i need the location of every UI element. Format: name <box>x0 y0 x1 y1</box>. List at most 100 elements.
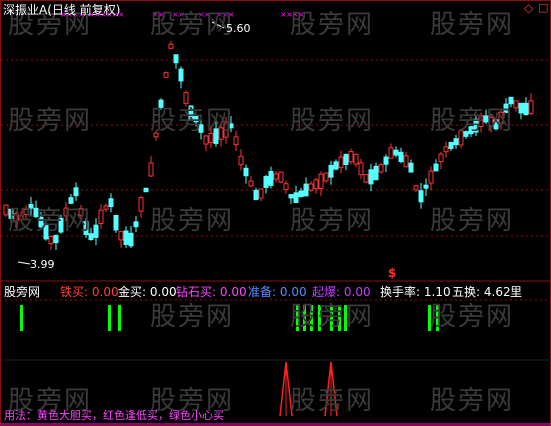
candle-body <box>513 100 519 109</box>
candle-body <box>323 172 329 182</box>
watermark: 股旁网 <box>430 386 515 416</box>
watermark: 股旁网 <box>430 206 515 236</box>
candle-body <box>273 173 279 180</box>
watermark: 股旁网 <box>150 106 235 136</box>
candle-body <box>133 221 139 228</box>
candle-body <box>328 164 334 178</box>
dollar-marker: $ <box>388 266 397 280</box>
candle-body <box>108 198 114 207</box>
indicator-name: 股旁网 <box>4 285 41 299</box>
candle-body <box>393 149 399 156</box>
candle-body <box>278 171 284 183</box>
candle-body <box>398 151 404 163</box>
watermark: 股旁网 <box>430 10 515 40</box>
candle-body <box>528 100 534 114</box>
candle-body <box>368 169 374 185</box>
candle-body <box>138 197 144 212</box>
candle-body <box>363 174 369 183</box>
candle-body <box>48 236 54 245</box>
candle-body <box>383 156 389 165</box>
candle-body <box>453 138 459 146</box>
candle-body <box>428 170 434 184</box>
candle-body <box>318 173 324 190</box>
watermark: 股旁网 <box>8 106 93 136</box>
candle-body <box>418 190 424 203</box>
candle-body <box>233 136 239 146</box>
unit-label: 里 <box>510 285 523 299</box>
candle-body <box>348 150 354 163</box>
candle-body <box>168 43 174 49</box>
candle-body <box>143 187 149 193</box>
candle-body <box>298 190 304 198</box>
low-price-label: 3.99 <box>30 258 55 271</box>
high-price-label: 5.60 <box>226 22 251 35</box>
watermark: 股旁网 <box>290 302 375 332</box>
candle-body <box>343 153 349 166</box>
candle-body <box>98 209 104 225</box>
candle-body <box>263 176 269 188</box>
candle-body <box>243 167 249 177</box>
buy-signal-bar <box>108 305 111 331</box>
candle-body <box>523 102 529 116</box>
candle-body <box>73 187 79 197</box>
watermark: 股旁网 <box>8 206 93 236</box>
diamond-icon[interactable]: ◇ <box>524 1 533 15</box>
watermark: 股旁网 <box>430 302 515 332</box>
candle-body <box>173 54 179 64</box>
buy-signal-bar <box>118 305 121 331</box>
candle-body <box>248 180 254 187</box>
candle-body <box>113 215 119 231</box>
candle-body <box>163 72 169 78</box>
candle-body <box>518 102 524 114</box>
turnover-label: 换手率: 1.10 <box>380 285 451 299</box>
candle-body <box>338 156 344 169</box>
candle-body <box>253 189 259 201</box>
iron-buy-label: 铁买: 0.00 <box>60 285 119 299</box>
square-icon[interactable]: □ <box>538 1 548 15</box>
candle-body <box>378 164 384 173</box>
gold-buy-label: 金买: 0.00 <box>118 285 177 299</box>
prepare-label: 准备: 0.00 <box>248 285 307 299</box>
candle-body <box>353 153 359 165</box>
candle-body <box>178 68 184 82</box>
candle-body <box>118 231 124 241</box>
candle-body <box>438 153 444 163</box>
usage-note: 用法：黄色大胆买，红色逢低买，绿色小心买 <box>4 409 224 422</box>
candle-body <box>288 194 294 199</box>
candle-body <box>283 183 289 191</box>
candle-body <box>103 205 109 210</box>
candle-body <box>303 183 309 197</box>
launch-label: 起爆: 0.00 <box>312 285 371 299</box>
candle-body <box>433 163 439 172</box>
candle-body <box>403 155 409 168</box>
candle-body <box>333 161 339 170</box>
candle-body <box>413 185 419 191</box>
candle-body <box>128 232 134 247</box>
five-turnover-label: 五换: 4.62 <box>452 285 511 299</box>
candle-body <box>238 155 244 166</box>
candle-body <box>123 230 129 245</box>
low-pointer <box>17 261 31 265</box>
candle-body <box>148 162 154 177</box>
candle-body <box>423 184 429 189</box>
watermark: 股旁网 <box>290 106 375 136</box>
candle-body <box>313 179 319 190</box>
candle-body <box>308 183 314 191</box>
candle-body <box>203 135 209 145</box>
watermark: 股旁网 <box>290 10 375 40</box>
candle-body <box>373 165 379 181</box>
candle-body <box>268 170 274 186</box>
candle-body <box>448 142 454 149</box>
watermark: 股旁网 <box>290 206 375 236</box>
candle-body <box>93 224 99 238</box>
watermark: 股旁网 <box>430 106 515 136</box>
candle-body <box>408 162 414 173</box>
chart-title: 深振业A(日线 前复权) <box>3 3 121 17</box>
buy-signal-bar <box>20 305 23 331</box>
candle-body <box>358 162 364 176</box>
watermark: 股旁网 <box>290 386 375 416</box>
diamond-buy-label: 钻石买: 0.00 <box>176 285 247 299</box>
watermark: 股旁网 <box>150 302 235 332</box>
candle-body <box>258 188 264 199</box>
candle-body <box>443 146 449 153</box>
